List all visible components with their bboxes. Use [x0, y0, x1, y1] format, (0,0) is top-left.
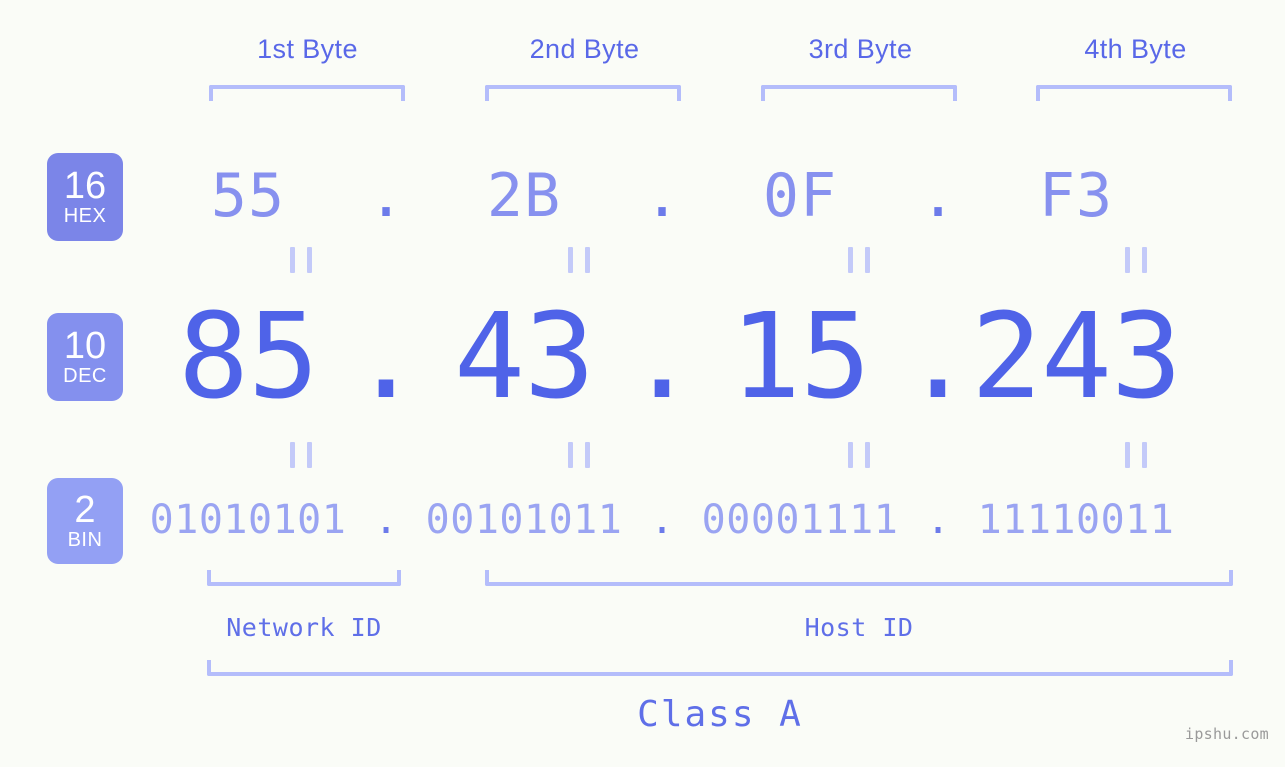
hex-separator-3: . [919, 161, 957, 231]
dec-byte-4: 243 [970, 287, 1182, 425]
bin-separator-2: . [649, 497, 675, 543]
class-label: Class A [637, 694, 803, 735]
watermark: ipshu.com [1185, 725, 1269, 743]
bin-byte-1: 01010101 [149, 497, 347, 543]
hex-byte-2: 2B [486, 161, 562, 231]
dec-separator-3: . [902, 287, 974, 425]
hex-byte-3: 0F [762, 161, 838, 231]
byte-header-1: 1st Byte [257, 34, 358, 64]
section-label-host-id: Host ID [804, 613, 914, 642]
dec-separator-2: . [626, 287, 698, 425]
equals-hex-dec-3 [848, 247, 870, 273]
dec-row: 85 . 43 . 15 . 243 [150, 295, 1285, 417]
hex-row: 55 . 2B . 0F . F3 [150, 148, 1285, 244]
badge-dec-number: 10 [63, 325, 107, 367]
badge-hex: 16 HEX [47, 153, 123, 241]
equals-hex-dec-1 [290, 247, 312, 273]
class-bracket [207, 660, 1233, 676]
bin-row: 01010101 . 00101011 . 00001111 . 1111001… [150, 492, 1285, 548]
hex-byte-1: 55 [210, 161, 286, 231]
equals-hex-dec-2 [568, 247, 590, 273]
bin-separator-3: . [925, 497, 951, 543]
equals-dec-bin-4 [1125, 442, 1147, 468]
badge-hex-number: 16 [63, 165, 107, 207]
bin-separator-1: . [373, 497, 399, 543]
byte-bracket-1 [209, 85, 405, 101]
badge-hex-name: HEX [63, 205, 107, 227]
dec-separator-1: . [350, 287, 422, 425]
hex-separator-1: . [367, 161, 405, 231]
badge-bin-name: BIN [67, 529, 103, 551]
dec-byte-1: 85 [177, 287, 319, 425]
ip-address-breakdown-diagram: 1st Byte 2nd Byte 3rd Byte 4th Byte 16 H… [0, 0, 1285, 767]
byte-bracket-3 [761, 85, 957, 101]
badge-dec-name: DEC [63, 365, 107, 387]
badge-bin: 2 BIN [47, 478, 123, 564]
equals-hex-dec-4 [1125, 247, 1147, 273]
badge-dec: 10 DEC [47, 313, 123, 401]
byte-bracket-2 [485, 85, 681, 101]
host-id-bracket [485, 570, 1233, 586]
bin-byte-2: 00101011 [425, 497, 623, 543]
equals-dec-bin-1 [290, 442, 312, 468]
hex-byte-4: F3 [1038, 161, 1114, 231]
network-id-bracket [207, 570, 401, 586]
byte-header-2: 2nd Byte [529, 34, 640, 64]
byte-header-4: 4th Byte [1084, 34, 1187, 64]
section-label-network-id: Network ID [226, 613, 382, 642]
equals-dec-bin-2 [568, 442, 590, 468]
byte-header-3: 3rd Byte [808, 34, 913, 64]
dec-byte-3: 15 [729, 287, 871, 425]
bin-byte-3: 00001111 [701, 497, 899, 543]
bin-byte-4: 11110011 [977, 497, 1175, 543]
badge-bin-number: 2 [74, 489, 96, 531]
equals-dec-bin-3 [848, 442, 870, 468]
byte-bracket-4 [1036, 85, 1232, 101]
dec-byte-2: 43 [453, 287, 595, 425]
hex-separator-2: . [643, 161, 681, 231]
